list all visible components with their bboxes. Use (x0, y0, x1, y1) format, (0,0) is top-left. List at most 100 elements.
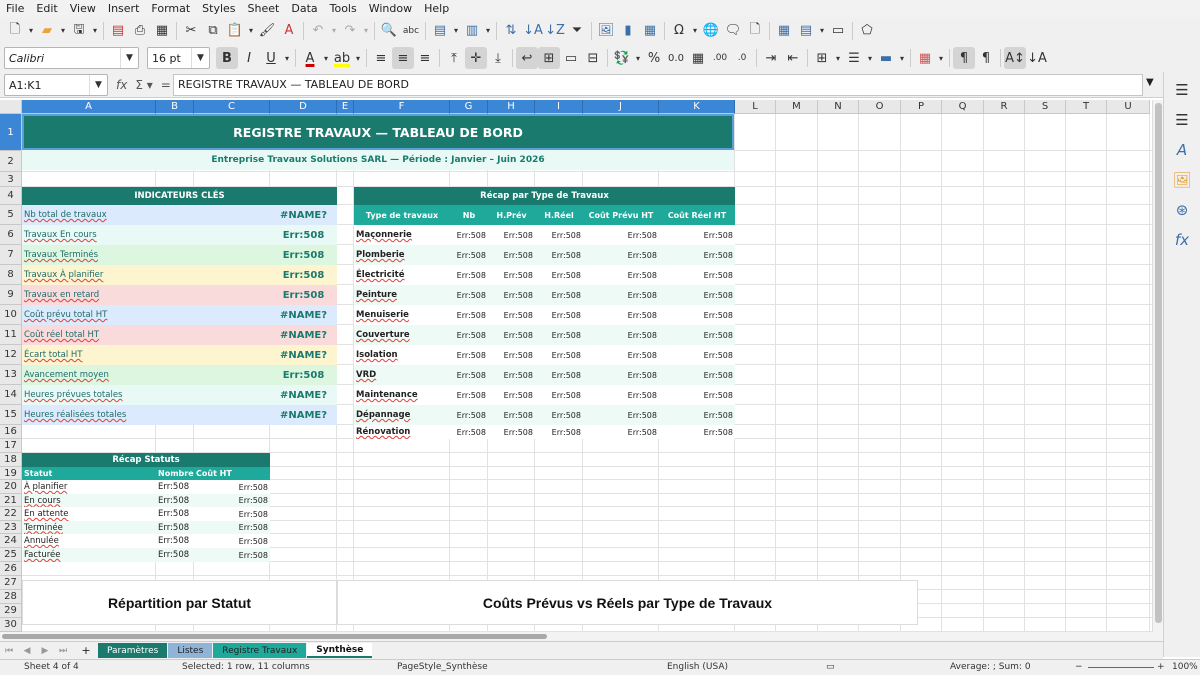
right-to-left-icon[interactable]: ¶ (975, 47, 997, 69)
conditional-format-icon[interactable]: ▦ (914, 47, 936, 69)
row-header[interactable]: 26 (0, 562, 22, 576)
selection-mode-icon[interactable]: ▭ (826, 662, 835, 672)
underline-icon[interactable]: U (260, 47, 282, 69)
row-header[interactable]: 28 (0, 590, 22, 604)
dropdown-arrow-icon[interactable]: ▾ (833, 47, 843, 69)
zoom-slider[interactable] (1088, 667, 1154, 668)
menu-edit[interactable]: Edit (30, 0, 63, 17)
dropdown-arrow-icon[interactable]: ▾ (361, 20, 371, 42)
row-header[interactable]: 4 (0, 187, 22, 205)
chevron-down-icon[interactable]: ▼ (191, 48, 209, 68)
chevron-down-icon[interactable]: ▼ (89, 75, 107, 95)
insert-image-icon[interactable]: 🖼 (595, 20, 617, 42)
cut-icon[interactable]: ✂ (180, 20, 202, 42)
paste-icon[interactable]: 📋 (224, 20, 246, 42)
clear-formatting-icon[interactable]: A (278, 20, 300, 42)
row-header[interactable]: 14 (0, 385, 22, 405)
row-header[interactable]: 9 (0, 285, 22, 305)
column-header[interactable]: I (535, 100, 583, 114)
dropdown-arrow-icon[interactable]: ▾ (817, 20, 827, 42)
font-size-box[interactable]: 16 pt ▼ (147, 47, 210, 69)
zoom-out-icon[interactable]: − (1075, 662, 1083, 672)
row-header[interactable]: 23 (0, 521, 22, 534)
sort-ascending-icon[interactable]: ↓A (522, 20, 544, 42)
clone-formatting-icon[interactable]: 🖌 (256, 20, 278, 42)
row-header[interactable]: 20 (0, 480, 22, 494)
define-print-area-icon[interactable]: ▦ (773, 20, 795, 42)
menu-sheet[interactable]: Sheet (242, 0, 286, 17)
italic-icon[interactable]: I (238, 47, 260, 69)
properties-icon[interactable]: ☰ (1169, 108, 1195, 132)
print-preview-icon[interactable]: ▦ (151, 20, 173, 42)
text-direction-icon[interactable]: A↕ (1004, 47, 1026, 69)
highlight-color-icon[interactable]: ab (331, 47, 353, 69)
horizontal-scrollbar[interactable] (0, 632, 1163, 641)
column-header[interactable]: Q (942, 100, 984, 114)
dropdown-arrow-icon[interactable]: ▾ (353, 47, 363, 69)
decrease-indent-icon[interactable]: ⇤ (782, 47, 804, 69)
save-icon[interactable]: 🖫 (68, 20, 90, 42)
column-header[interactable]: M (776, 100, 818, 114)
chevron-down-icon[interactable]: ▼ (120, 48, 138, 68)
show-draw-functions-icon[interactable]: ⬠ (856, 20, 878, 42)
dropdown-arrow-icon[interactable]: ▾ (633, 47, 643, 69)
vertical-text-icon[interactable]: ↓A (1026, 47, 1048, 69)
redo-icon[interactable]: ↷ (339, 20, 361, 42)
row-header[interactable]: 1 (0, 114, 22, 151)
pivot-table-icon[interactable]: ▦ (639, 20, 661, 42)
row-header[interactable]: 22 (0, 507, 22, 521)
print-icon[interactable]: ⎙ (129, 20, 151, 42)
dropdown-arrow-icon[interactable]: ▾ (451, 20, 461, 42)
row-header[interactable]: 11 (0, 325, 22, 345)
row-header[interactable]: 7 (0, 245, 22, 265)
corner-cell[interactable] (0, 100, 22, 114)
row-header[interactable]: 21 (0, 494, 22, 507)
navigator-icon[interactable]: ⊛ (1169, 198, 1195, 222)
dropdown-arrow-icon[interactable]: ▾ (897, 47, 907, 69)
sheet-tab[interactable]: Listes (168, 643, 213, 658)
row-header[interactable]: 15 (0, 405, 22, 425)
sheet-tab[interactable]: Paramètres (98, 643, 168, 658)
row-header[interactable]: 19 (0, 467, 22, 480)
date-format-icon[interactable]: ▦ (687, 47, 709, 69)
zoom-in-icon[interactable]: + (1157, 662, 1165, 672)
column-header[interactable]: F (354, 100, 450, 114)
vertical-scroll-thumb[interactable] (1155, 103, 1162, 623)
align-center-icon[interactable]: ≡ (392, 47, 414, 69)
horizontal-scroll-thumb[interactable] (2, 634, 547, 639)
menu-insert[interactable]: Insert (102, 0, 146, 17)
formula-input[interactable]: REGISTRE TRAVAUX — TABLEAU DE BORD (173, 74, 1143, 96)
comment-icon[interactable]: 🗨 (722, 20, 744, 42)
row-header[interactable]: 18 (0, 453, 22, 467)
prev-sheet-icon[interactable]: ◀ (18, 646, 36, 656)
special-character-icon[interactable]: Ω (668, 20, 690, 42)
vertical-scrollbar[interactable] (1152, 100, 1163, 632)
name-box[interactable]: A1:K1 ▼ (4, 74, 108, 96)
menu-tools[interactable]: Tools (324, 0, 363, 17)
row-header[interactable]: 30 (0, 618, 22, 632)
align-bottom-icon[interactable]: ⤓ (487, 47, 509, 69)
headers-footers-icon[interactable]: 🗋 (744, 20, 766, 42)
column-header[interactable]: U (1107, 100, 1150, 114)
align-right-icon[interactable]: ≡ (414, 47, 436, 69)
row-header[interactable]: 2 (0, 151, 22, 172)
copy-icon[interactable]: ⧉ (202, 20, 224, 42)
column-icon[interactable]: ▥ (461, 20, 483, 42)
column-header[interactable]: B (156, 100, 194, 114)
hyperlink-icon[interactable]: 🌐 (700, 20, 722, 42)
row-header[interactable]: 25 (0, 548, 22, 562)
align-middle-icon[interactable]: ✛ (465, 47, 487, 69)
chart-statut-title[interactable]: Répartition par Statut (22, 580, 337, 625)
delete-decimal-icon[interactable]: .0 (731, 47, 753, 69)
spelling-icon[interactable]: abc (400, 20, 422, 42)
autofilter-icon[interactable]: ⏷ (566, 20, 588, 42)
menu-format[interactable]: Format (145, 0, 196, 17)
undo-icon[interactable]: ↶ (307, 20, 329, 42)
dropdown-arrow-icon[interactable]: ▾ (26, 20, 36, 42)
freeze-rows-columns-icon[interactable]: ▤ (795, 20, 817, 42)
next-sheet-icon[interactable]: ▶ (36, 646, 54, 656)
gallery-icon[interactable]: 🖼 (1169, 168, 1195, 192)
unmerge-cells-icon[interactable]: ⊟ (582, 47, 604, 69)
column-header[interactable]: L (735, 100, 776, 114)
bold-icon[interactable]: B (216, 47, 238, 69)
